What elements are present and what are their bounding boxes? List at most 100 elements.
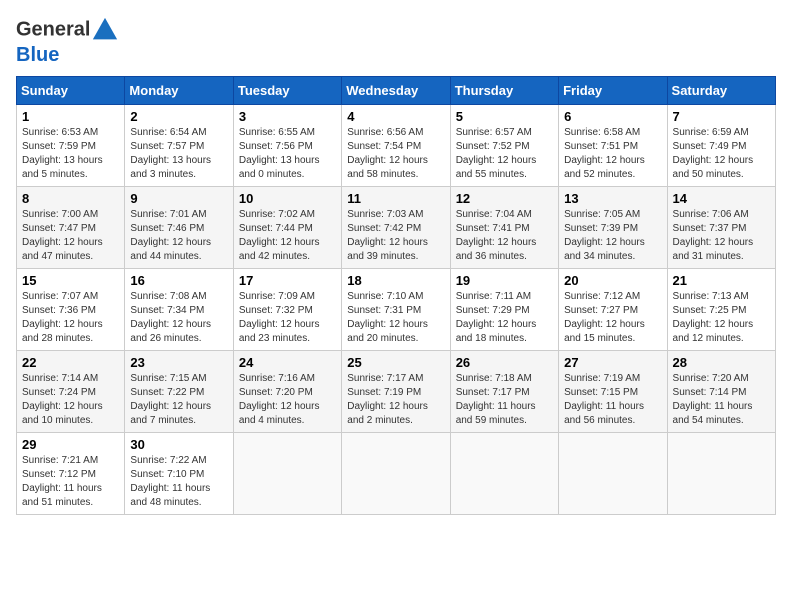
calendar-cell: 20 Sunrise: 7:12 AM Sunset: 7:27 PM Dayli… — [559, 269, 667, 351]
day-number: 27 — [564, 355, 661, 370]
day-info: Sunrise: 6:55 AM Sunset: 7:56 PM Dayligh… — [239, 126, 336, 182]
logo-general: General — [16, 18, 90, 40]
weekday-header-wednesday: Wednesday — [342, 77, 450, 105]
logo-icon — [91, 16, 119, 44]
day-info: Sunrise: 7:04 AM Sunset: 7:41 PM Dayligh… — [456, 208, 553, 264]
day-info: Sunrise: 7:06 AM Sunset: 7:37 PM Dayligh… — [673, 208, 770, 264]
day-number: 19 — [456, 273, 553, 288]
day-info: Sunrise: 7:08 AM Sunset: 7:34 PM Dayligh… — [130, 290, 227, 346]
day-info: Sunrise: 7:01 AM Sunset: 7:46 PM Dayligh… — [130, 208, 227, 264]
day-number: 21 — [673, 273, 770, 288]
weekday-header-saturday: Saturday — [667, 77, 775, 105]
calendar-table: SundayMondayTuesdayWednesdayThursdayFrid… — [16, 76, 776, 515]
day-info: Sunrise: 7:14 AM Sunset: 7:24 PM Dayligh… — [22, 372, 119, 428]
day-info: Sunrise: 7:13 AM Sunset: 7:25 PM Dayligh… — [673, 290, 770, 346]
calendar-cell: 14 Sunrise: 7:06 AM Sunset: 7:37 PM Dayli… — [667, 187, 775, 269]
day-number: 18 — [347, 273, 444, 288]
day-info: Sunrise: 7:03 AM Sunset: 7:42 PM Dayligh… — [347, 208, 444, 264]
day-number: 12 — [456, 191, 553, 206]
day-number: 10 — [239, 191, 336, 206]
logo-blue: Blue — [16, 44, 59, 66]
day-info: Sunrise: 7:19 AM Sunset: 7:15 PM Dayligh… — [564, 372, 661, 428]
calendar-cell: 13 Sunrise: 7:05 AM Sunset: 7:39 PM Dayli… — [559, 187, 667, 269]
calendar-cell: 28Sunrise: 7:20 AM Sunset: 7:14 PM Dayli… — [667, 351, 775, 433]
day-number: 24 — [239, 355, 336, 370]
page-header: General Blue — [16, 16, 776, 66]
calendar-cell: 6Sunrise: 6:58 AM Sunset: 7:51 PM Daylig… — [559, 105, 667, 187]
calendar-cell: 22 Sunrise: 7:14 AM Sunset: 7:24 PM Dayli… — [17, 351, 125, 433]
calendar-cell: 4 Sunrise: 6:56 AM Sunset: 7:54 PM Daylig… — [342, 105, 450, 187]
calendar-cell: 11Sunrise: 7:03 AM Sunset: 7:42 PM Dayli… — [342, 187, 450, 269]
day-number: 6 — [564, 109, 661, 124]
calendar-week-3: 15 Sunrise: 7:07 AM Sunset: 7:36 PM Dayli… — [17, 269, 776, 351]
calendar-cell — [450, 433, 558, 515]
calendar-cell: 24Sunrise: 7:16 AM Sunset: 7:20 PM Dayli… — [233, 351, 341, 433]
day-number: 30 — [130, 437, 227, 452]
day-info: Sunrise: 7:18 AM Sunset: 7:17 PM Dayligh… — [456, 372, 553, 428]
weekday-header-sunday: Sunday — [17, 77, 125, 105]
day-number: 20 — [564, 273, 661, 288]
day-info: Sunrise: 6:57 AM Sunset: 7:52 PM Dayligh… — [456, 126, 553, 182]
calendar-cell: 17Sunrise: 7:09 AM Sunset: 7:32 PM Dayli… — [233, 269, 341, 351]
calendar-cell: 23 Sunrise: 7:15 AM Sunset: 7:22 PM Dayli… — [125, 351, 233, 433]
calendar-cell: 5 Sunrise: 6:57 AM Sunset: 7:52 PM Daylig… — [450, 105, 558, 187]
day-number: 25 — [347, 355, 444, 370]
day-info: Sunrise: 7:11 AM Sunset: 7:29 PM Dayligh… — [456, 290, 553, 346]
calendar-cell: 16 Sunrise: 7:08 AM Sunset: 7:34 PM Dayli… — [125, 269, 233, 351]
day-info: Sunrise: 7:07 AM Sunset: 7:36 PM Dayligh… — [22, 290, 119, 346]
calendar-cell — [233, 433, 341, 515]
day-info: Sunrise: 6:53 AM Sunset: 7:59 PM Dayligh… — [22, 126, 119, 182]
calendar-cell: 26 Sunrise: 7:18 AM Sunset: 7:17 PM Dayli… — [450, 351, 558, 433]
calendar-cell: 21 Sunrise: 7:13 AM Sunset: 7:25 PM Dayli… — [667, 269, 775, 351]
day-number: 29 — [22, 437, 119, 452]
day-number: 3 — [239, 109, 336, 124]
day-number: 7 — [673, 109, 770, 124]
day-number: 13 — [564, 191, 661, 206]
calendar-cell: 2 Sunrise: 6:54 AM Sunset: 7:57 PM Daylig… — [125, 105, 233, 187]
logo: General Blue — [16, 16, 120, 66]
day-number: 22 — [22, 355, 119, 370]
weekday-header-monday: Monday — [125, 77, 233, 105]
day-info: Sunrise: 7:21 AM Sunset: 7:12 PM Dayligh… — [22, 454, 119, 510]
day-info: Sunrise: 7:12 AM Sunset: 7:27 PM Dayligh… — [564, 290, 661, 346]
day-number: 8 — [22, 191, 119, 206]
weekday-header-friday: Friday — [559, 77, 667, 105]
day-number: 16 — [130, 273, 227, 288]
calendar-cell: 15 Sunrise: 7:07 AM Sunset: 7:36 PM Dayli… — [17, 269, 125, 351]
day-number: 5 — [456, 109, 553, 124]
day-info: Sunrise: 6:54 AM Sunset: 7:57 PM Dayligh… — [130, 126, 227, 182]
calendar-cell: 27 Sunrise: 7:19 AM Sunset: 7:15 PM Dayli… — [559, 351, 667, 433]
calendar-header-row: SundayMondayTuesdayWednesdayThursdayFrid… — [17, 77, 776, 105]
day-info: Sunrise: 7:02 AM Sunset: 7:44 PM Dayligh… — [239, 208, 336, 264]
day-number: 14 — [673, 191, 770, 206]
day-number: 9 — [130, 191, 227, 206]
day-info: Sunrise: 7:05 AM Sunset: 7:39 PM Dayligh… — [564, 208, 661, 264]
logo-text: General Blue — [16, 16, 120, 66]
day-info: Sunrise: 7:15 AM Sunset: 7:22 PM Dayligh… — [130, 372, 227, 428]
day-number: 4 — [347, 109, 444, 124]
day-info: Sunrise: 7:00 AM Sunset: 7:47 PM Dayligh… — [22, 208, 119, 264]
calendar-cell: 1Sunrise: 6:53 AM Sunset: 7:59 PM Daylig… — [17, 105, 125, 187]
day-info: Sunrise: 7:17 AM Sunset: 7:19 PM Dayligh… — [347, 372, 444, 428]
day-number: 28 — [673, 355, 770, 370]
day-number: 23 — [130, 355, 227, 370]
calendar-week-5: 29 Sunrise: 7:21 AM Sunset: 7:12 PM Dayli… — [17, 433, 776, 515]
day-info: Sunrise: 7:10 AM Sunset: 7:31 PM Dayligh… — [347, 290, 444, 346]
calendar-week-4: 22 Sunrise: 7:14 AM Sunset: 7:24 PM Dayli… — [17, 351, 776, 433]
day-info: Sunrise: 6:56 AM Sunset: 7:54 PM Dayligh… — [347, 126, 444, 182]
calendar-cell: 30 Sunrise: 7:22 AM Sunset: 7:10 PM Dayli… — [125, 433, 233, 515]
calendar-cell: 9 Sunrise: 7:01 AM Sunset: 7:46 PM Daylig… — [125, 187, 233, 269]
day-number: 26 — [456, 355, 553, 370]
calendar-cell: 8 Sunrise: 7:00 AM Sunset: 7:47 PM Daylig… — [17, 187, 125, 269]
calendar-week-2: 8 Sunrise: 7:00 AM Sunset: 7:47 PM Daylig… — [17, 187, 776, 269]
calendar-cell: 19 Sunrise: 7:11 AM Sunset: 7:29 PM Dayli… — [450, 269, 558, 351]
day-number: 2 — [130, 109, 227, 124]
day-info: Sunrise: 6:59 AM Sunset: 7:49 PM Dayligh… — [673, 126, 770, 182]
day-number: 15 — [22, 273, 119, 288]
day-number: 17 — [239, 273, 336, 288]
calendar-cell: 29 Sunrise: 7:21 AM Sunset: 7:12 PM Dayli… — [17, 433, 125, 515]
weekday-header-thursday: Thursday — [450, 77, 558, 105]
calendar-cell: 18 Sunrise: 7:10 AM Sunset: 7:31 PM Dayli… — [342, 269, 450, 351]
calendar-cell: 12 Sunrise: 7:04 AM Sunset: 7:41 PM Dayli… — [450, 187, 558, 269]
day-info: Sunrise: 7:22 AM Sunset: 7:10 PM Dayligh… — [130, 454, 227, 510]
